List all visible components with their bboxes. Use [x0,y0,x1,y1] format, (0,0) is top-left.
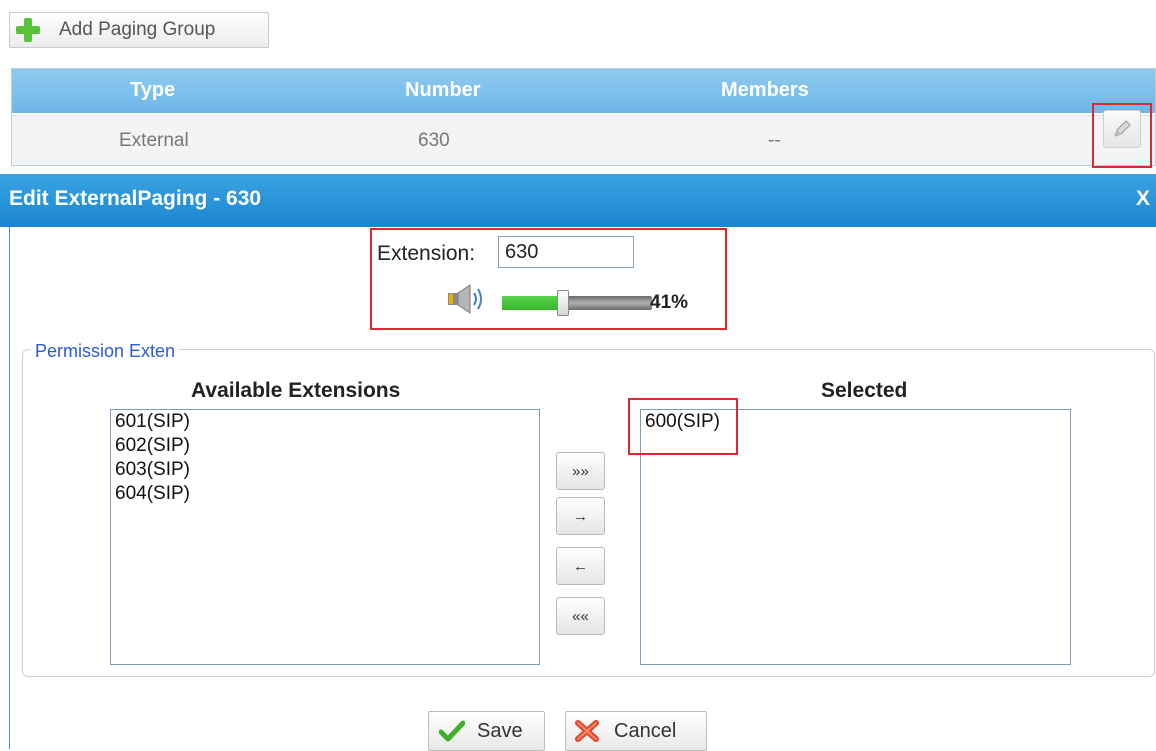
dialog-title: Edit ExternalPaging - 630 [9,187,262,210]
selected-title: Selected [821,379,908,402]
cancel-button[interactable]: Cancel [565,711,707,751]
save-label: Save [477,719,523,742]
dialog-title-bar: Edit ExternalPaging - 630 X [0,174,1156,227]
col-header-number: Number [405,79,481,101]
checkmark-icon [439,720,465,742]
available-extensions-list[interactable]: 601(SIP) 602(SIP) 603(SIP) 604(SIP) [110,409,540,665]
cell-number: 630 [418,130,450,151]
list-item[interactable]: 603(SIP) [111,458,539,482]
move-left-button[interactable]: ← [556,547,605,585]
move-right-button[interactable]: → [556,497,605,535]
col-header-type: Type [130,79,176,101]
add-paging-group-label: Add Paging Group [59,19,216,40]
move-all-right-button[interactable]: »» [556,452,605,490]
table-row[interactable]: External 630 -- [12,115,1155,165]
list-item[interactable]: 601(SIP) [111,410,539,434]
highlight-box-edit [1092,103,1152,168]
paging-group-table: Type Number Members External 630 -- [11,68,1156,166]
col-header-members: Members [721,79,809,101]
save-button[interactable]: Save [428,711,545,751]
plus-icon [14,16,42,44]
move-all-left-button[interactable]: «« [556,597,605,635]
available-extensions-title: Available Extensions [191,379,401,402]
list-item[interactable]: 604(SIP) [111,482,539,506]
cancel-label: Cancel [614,719,677,742]
table-header: Type Number Members [12,69,1155,113]
dialog-border [9,227,10,749]
add-paging-group-button[interactable]: Add Paging Group [9,12,269,48]
close-icon[interactable]: X [1136,187,1150,211]
permission-legend: Permission Exten [31,341,180,362]
cell-members: -- [768,130,781,151]
highlight-box-selected [628,398,738,455]
list-item[interactable]: 602(SIP) [111,434,539,458]
highlight-box-extension [370,228,727,330]
cell-type: External [119,130,189,151]
cancel-x-icon [575,720,599,742]
